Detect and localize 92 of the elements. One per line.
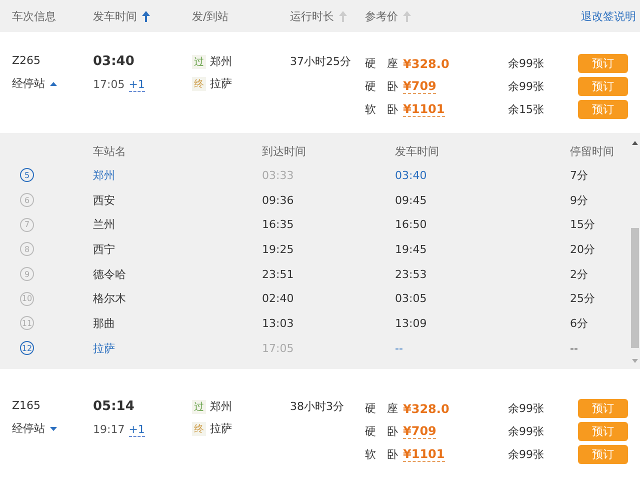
price: ¥1101 bbox=[403, 447, 445, 462]
departure-time: -- bbox=[395, 342, 404, 355]
price: ¥709 bbox=[403, 424, 436, 439]
price: ¥328.0 bbox=[403, 56, 450, 70]
column-header: 到达时间 bbox=[262, 144, 307, 158]
tickets-left: 余99张 bbox=[508, 401, 545, 416]
station-name: 拉萨 bbox=[93, 340, 116, 356]
column-header: 发车时间 bbox=[395, 144, 440, 158]
stay-time: 2分 bbox=[570, 266, 589, 282]
arrival-time: 16:35 bbox=[262, 218, 295, 232]
terminal-tag: 终 bbox=[192, 76, 206, 90]
station-name: 拉萨 bbox=[210, 76, 232, 91]
pass-tag: 过 bbox=[192, 54, 206, 68]
stay-time: 20分 bbox=[570, 242, 596, 257]
departure-time: 23:53 bbox=[395, 268, 428, 281]
stop-number: 11 bbox=[20, 316, 34, 330]
seat-type: 硬 卧 bbox=[365, 79, 399, 94]
train-number[interactable]: Z165 bbox=[12, 399, 93, 412]
train-number[interactable]: Z265 bbox=[12, 54, 93, 67]
arrival-time: 17:05 bbox=[93, 78, 125, 92]
departure-time: 19:45 bbox=[395, 242, 428, 256]
duration: 37小时25分 bbox=[290, 54, 352, 69]
refund-info-link[interactable]: 退改签说明 bbox=[581, 8, 636, 24]
station-name: 西宁 bbox=[93, 242, 116, 257]
stay-time: -- bbox=[570, 342, 579, 355]
seat-type: 硬 座 bbox=[365, 401, 399, 416]
stop-number: 5 bbox=[20, 168, 34, 182]
scroll-up-icon[interactable] bbox=[632, 141, 638, 145]
column-header[interactable]: 运行时长 bbox=[290, 8, 334, 24]
departure-time: 05:14 bbox=[93, 399, 136, 414]
stay-time: 6分 bbox=[570, 316, 589, 331]
duration: 38小时3分 bbox=[290, 399, 345, 414]
stop-number: 12 bbox=[20, 341, 34, 356]
station-name: 郑州 bbox=[93, 168, 116, 183]
stay-time: 9分 bbox=[570, 192, 589, 208]
column-header[interactable]: 发车时间 bbox=[93, 8, 137, 24]
arrival-time: 17:05 bbox=[262, 342, 295, 355]
tickets-left: 余99张 bbox=[508, 447, 545, 462]
terminal-tag: 终 bbox=[192, 422, 206, 436]
tickets-left: 余99张 bbox=[508, 79, 545, 94]
departure-time: 09:45 bbox=[395, 194, 428, 207]
departure-time: 03:05 bbox=[395, 292, 428, 306]
pass-tag: 过 bbox=[192, 400, 206, 414]
price: ¥709 bbox=[403, 79, 436, 94]
arrival-time: 23:51 bbox=[262, 268, 295, 281]
tickets-left: 余15张 bbox=[508, 102, 545, 117]
column-header: 停留时间 bbox=[570, 144, 615, 158]
arrival-time: 09:36 bbox=[262, 194, 295, 207]
station-name: 拉萨 bbox=[210, 421, 232, 436]
station-name: 兰州 bbox=[93, 217, 116, 232]
stay-time: 7分 bbox=[570, 168, 589, 183]
column-header: 发/到站 bbox=[192, 8, 229, 24]
seat-type: 硬 座 bbox=[365, 56, 399, 71]
arrival-time: 13:03 bbox=[262, 316, 295, 330]
seat-type: 软 卧 bbox=[365, 447, 399, 462]
day-offset: +1 bbox=[128, 78, 145, 92]
day-offset: +1 bbox=[128, 423, 145, 437]
stop-number: 7 bbox=[20, 218, 34, 232]
stop-number: 6 bbox=[20, 193, 34, 208]
caret-up-icon[interactable] bbox=[50, 82, 57, 86]
departure-time: 03:40 bbox=[93, 54, 136, 69]
seat-type: 软 卧 bbox=[365, 102, 399, 117]
seat-type: 硬 卧 bbox=[365, 424, 399, 439]
station-name: 郑州 bbox=[210, 399, 232, 414]
stay-time: 15分 bbox=[570, 217, 596, 232]
column-header: 车次信息 bbox=[12, 8, 56, 24]
departure-time: 13:09 bbox=[395, 316, 428, 330]
stop-number: 8 bbox=[20, 242, 34, 256]
price: ¥328.0 bbox=[403, 402, 450, 416]
stop-number: 10 bbox=[20, 292, 34, 306]
arrival-time: 19:17 bbox=[93, 423, 125, 437]
column-header: 车站名 bbox=[93, 144, 127, 158]
caret-down-icon[interactable] bbox=[50, 426, 57, 430]
arrival-time: 03:33 bbox=[262, 168, 295, 182]
arrival-time: 19:25 bbox=[262, 242, 295, 256]
sort-arrow-icon[interactable] bbox=[142, 10, 150, 22]
station-name: 格尔木 bbox=[93, 291, 127, 306]
price: ¥1101 bbox=[403, 102, 445, 117]
departure-time: 16:50 bbox=[395, 218, 428, 232]
stops-toggle[interactable]: 经停站 bbox=[12, 421, 93, 436]
station-name: 西安 bbox=[93, 192, 116, 208]
station-name: 郑州 bbox=[210, 54, 232, 69]
stops-toggle[interactable]: 经停站 bbox=[12, 76, 93, 91]
station-name: 德令哈 bbox=[93, 266, 127, 282]
tickets-left: 余99张 bbox=[508, 56, 545, 71]
arrival-time: 02:40 bbox=[262, 292, 295, 306]
departure-time: 03:40 bbox=[395, 168, 428, 182]
stop-number: 9 bbox=[20, 267, 34, 282]
stay-time: 25分 bbox=[570, 291, 596, 306]
tickets-left: 余99张 bbox=[508, 424, 545, 439]
column-header[interactable]: 参考价 bbox=[365, 8, 398, 24]
station-name: 那曲 bbox=[93, 316, 116, 331]
